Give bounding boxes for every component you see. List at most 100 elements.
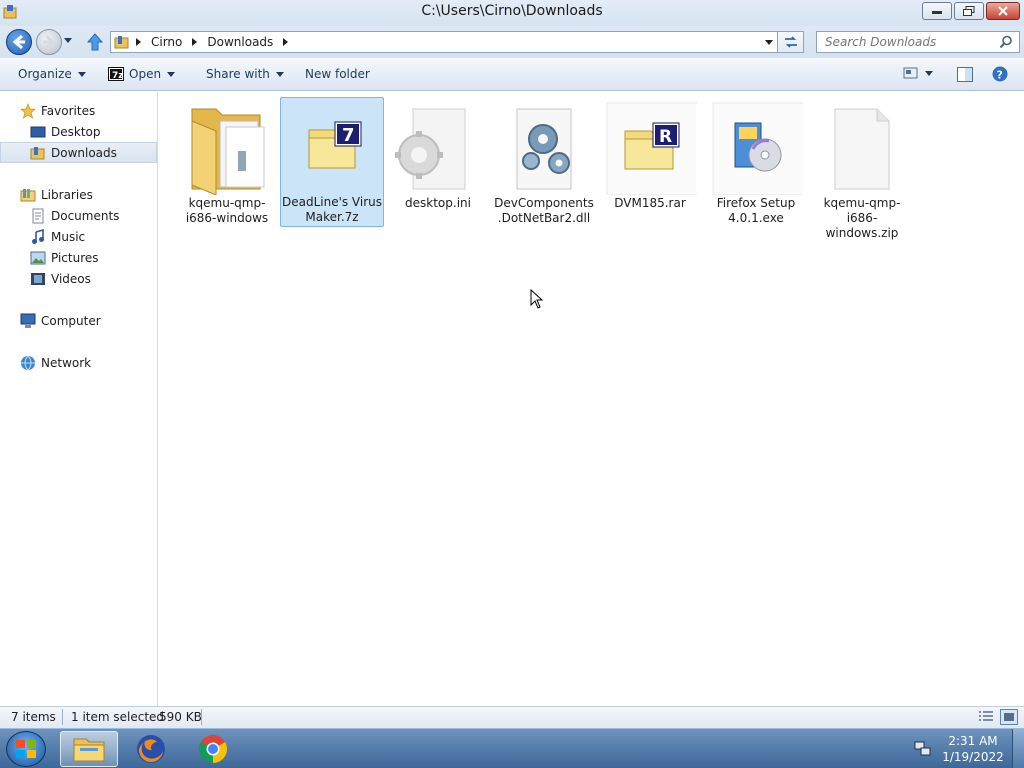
breadcrumb-separator[interactable]	[136, 38, 141, 46]
refresh-button[interactable]	[778, 31, 804, 53]
svg-text:7z: 7z	[112, 71, 124, 81]
nav-videos-label: Videos	[51, 271, 91, 286]
help-icon[interactable]: ?	[992, 66, 1008, 82]
svg-text:?: ?	[997, 69, 1003, 82]
clock-date: 1/19/2022	[942, 750, 1004, 764]
up-arrow-icon[interactable]	[86, 32, 104, 52]
taskbar-explorer[interactable]	[60, 731, 118, 767]
change-view-button[interactable]	[903, 66, 933, 80]
nav-network-label: Network	[41, 355, 92, 370]
file-name: Firefox Setup 4.0.1.exe	[716, 196, 796, 225]
7z-archive-icon: 7	[308, 121, 362, 169]
taskbar-chrome[interactable]	[184, 731, 242, 767]
nav-videos[interactable]: Videos	[0, 268, 157, 289]
nav-music-label: Music	[51, 229, 86, 244]
title-bar[interactable]: C:\Users\Cirno\Downloads	[0, 0, 1024, 26]
nav-computer-label: Computer	[41, 313, 101, 328]
taskbar-firefox[interactable]	[122, 731, 180, 767]
preview-pane-icon[interactable]	[957, 67, 973, 82]
file-item[interactable]: R DVM185.rar	[598, 98, 702, 228]
nav-desktop[interactable]: Desktop	[0, 121, 157, 142]
close-icon	[998, 6, 1008, 16]
open-button[interactable]: 7z Open	[108, 67, 176, 81]
star-icon	[20, 102, 36, 119]
file-item[interactable]: desktop.ini	[386, 98, 490, 228]
svg-text:7: 7	[342, 125, 355, 146]
command-bar: Organize 7z Open Share with New folder ?	[0, 58, 1024, 91]
nav-music[interactable]: Music	[0, 226, 157, 247]
back-button[interactable]	[6, 29, 32, 55]
taskbar: 2:31 AM 1/19/2022	[0, 728, 1024, 768]
address-bar[interactable]: Cirno Downloads	[110, 31, 778, 53]
file-name: DeadLine's Virus Maker.7z	[281, 195, 383, 224]
share-with-menu[interactable]: Share with	[206, 67, 284, 81]
network-tray-icon[interactable]	[914, 741, 932, 757]
search-box[interactable]	[816, 31, 1020, 53]
file-item[interactable]: Firefox Setup 4.0.1.exe	[704, 98, 808, 228]
downloads-folder-icon	[30, 146, 45, 159]
taskbar-clock[interactable]: 2:31 AM 1/19/2022	[940, 733, 1006, 765]
details-view-icon[interactable]	[978, 710, 994, 724]
desktop-icon	[30, 126, 46, 137]
arrow-right-icon	[43, 34, 56, 50]
view-icon	[903, 67, 918, 79]
svg-text:R: R	[659, 127, 672, 147]
file-item[interactable]: kqemu-qmp-i686-windows.zip	[810, 98, 914, 240]
folder-icon	[114, 36, 129, 49]
documents-icon	[32, 208, 44, 223]
nav-documents-label: Documents	[51, 208, 120, 223]
clock-time: 2:31 AM	[948, 734, 998, 748]
close-button[interactable]	[986, 2, 1020, 20]
file-item[interactable]: 7 DeadLine's Virus Maker.7z	[280, 97, 384, 227]
new-folder-button[interactable]: New folder	[305, 67, 370, 81]
breadcrumb-separator[interactable]	[283, 38, 289, 46]
navigation-bar: Cirno Downloads	[0, 26, 1024, 58]
videos-icon	[31, 272, 45, 285]
ini-config-icon	[395, 108, 466, 190]
start-button[interactable]	[6, 731, 46, 767]
nav-computer[interactable]: Computer	[0, 310, 157, 331]
status-bar: 7 items 1 item selected 590 KB	[0, 706, 1024, 728]
file-list[interactable]: kqemu-qmp-i686-windows 7 DeadLine's Viru…	[160, 92, 1024, 706]
search-input[interactable]	[817, 32, 997, 52]
file-name: desktop.ini	[405, 196, 471, 210]
address-history-dropdown[interactable]	[765, 39, 773, 45]
arrow-left-icon	[12, 34, 25, 50]
minimize-button[interactable]	[922, 2, 952, 20]
nav-downloads-label: Downloads	[51, 145, 117, 160]
share-with-label: Share with	[206, 67, 270, 81]
restore-button[interactable]	[954, 2, 984, 20]
restore-icon	[963, 6, 975, 16]
nav-desktop-label: Desktop	[51, 124, 101, 139]
nav-network[interactable]: Network	[0, 352, 157, 373]
organize-menu[interactable]: Organize	[18, 67, 86, 81]
file-item[interactable]: DevComponents.DotNetBar2.dll	[492, 98, 596, 228]
nav-favorites[interactable]: Favorites	[0, 100, 157, 121]
refresh-icon	[784, 36, 797, 48]
nav-downloads[interactable]: Downloads	[0, 142, 157, 163]
chrome-icon	[199, 735, 227, 763]
breadcrumb-separator[interactable]	[192, 38, 198, 46]
file-name: DevComponents.DotNetBar2.dll	[494, 196, 594, 225]
windows-logo-icon	[16, 740, 36, 758]
file-name: kqemu-qmp-i686-windows.zip	[823, 196, 901, 240]
search-icon[interactable]	[999, 35, 1013, 49]
mouse-cursor-icon	[530, 289, 544, 309]
nav-libraries[interactable]: Libraries	[0, 184, 157, 205]
recent-pages-dropdown[interactable]	[64, 38, 72, 43]
nav-documents[interactable]: Documents	[0, 205, 157, 226]
status-item-count: 7 items	[11, 710, 56, 724]
show-desktop-button[interactable]	[1012, 729, 1024, 768]
nav-pictures[interactable]: Pictures	[0, 247, 157, 268]
network-icon	[21, 355, 35, 371]
open-label: Open	[129, 67, 162, 81]
organize-label: Organize	[18, 67, 72, 81]
computer-icon	[20, 313, 36, 328]
navigation-pane[interactable]: Favorites Desktop Downloads Libraries Do…	[0, 92, 158, 706]
blank-file-icon	[834, 108, 890, 190]
file-item[interactable]: kqemu-qmp-i686-windows	[175, 98, 279, 228]
large-icons-view-icon[interactable]	[1000, 709, 1018, 725]
forward-button[interactable]	[36, 29, 62, 55]
breadcrumb-downloads[interactable]: Downloads	[203, 35, 277, 49]
breadcrumb-cirno[interactable]: Cirno	[147, 35, 186, 49]
